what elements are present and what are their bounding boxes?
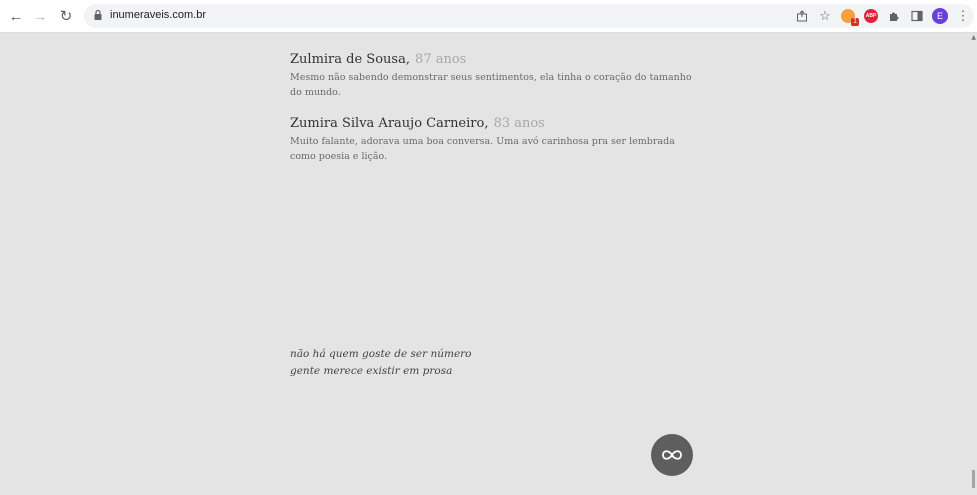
infinity-icon [662, 450, 682, 460]
scroll-up-arrow-icon[interactable]: ▲ [971, 34, 976, 41]
infinity-button[interactable] [651, 434, 693, 476]
browser-toolbar: ← → ↻ inumeraveis.com.br ☆ 1 ABP E ⋮ [0, 0, 977, 33]
list-item: Zumira Silva Araujo Carneiro, 83 anos Mu… [290, 112, 710, 164]
side-panel-icon[interactable] [909, 8, 925, 24]
profile-avatar-icon[interactable]: E [932, 8, 948, 24]
list-item: Zulmira de Sousa, 87 anos Mesmo não sabe… [290, 48, 710, 100]
entry-description: Muito falante, adorava uma boa conversa.… [290, 136, 675, 162]
poem-line: gente merece existir em prosa [290, 365, 453, 377]
poem-line: não há quem goste de ser número [290, 348, 472, 360]
reload-icon[interactable]: ↻ [56, 6, 76, 26]
entry-age: 83 anos [493, 116, 545, 131]
toolbar-icons: ☆ 1 ABP E ⋮ [794, 4, 971, 28]
back-arrow-icon[interactable]: ← [6, 6, 26, 26]
share-icon[interactable] [794, 8, 810, 24]
adblock-extension-icon[interactable]: ABP [863, 8, 879, 24]
puzzle-extensions-icon[interactable] [886, 8, 902, 24]
entry-name: Zulmira de Sousa, [290, 52, 410, 67]
url-text: inumeraveis.com.br [110, 9, 206, 21]
extension-badge: 1 [851, 18, 859, 26]
poem-text: não há quem goste de ser número gente me… [290, 346, 472, 380]
entry-age: 87 anos [415, 52, 467, 67]
star-bookmark-icon[interactable]: ☆ [817, 8, 833, 24]
forward-arrow-icon[interactable]: → [30, 6, 50, 26]
entry-description: Mesmo não sabendo demonstrar seus sentim… [290, 72, 692, 98]
more-menu-icon[interactable]: ⋮ [955, 8, 971, 24]
scrollbar[interactable] [969, 33, 977, 495]
scrollbar-thumb[interactable] [972, 470, 975, 488]
lock-icon [94, 10, 102, 20]
extension-orange-icon[interactable]: 1 [840, 8, 859, 26]
entry-name: Zumira Silva Araujo Carneiro, [290, 116, 489, 131]
entries-list: Zulmira de Sousa, 87 anos Mesmo não sabe… [290, 48, 710, 176]
